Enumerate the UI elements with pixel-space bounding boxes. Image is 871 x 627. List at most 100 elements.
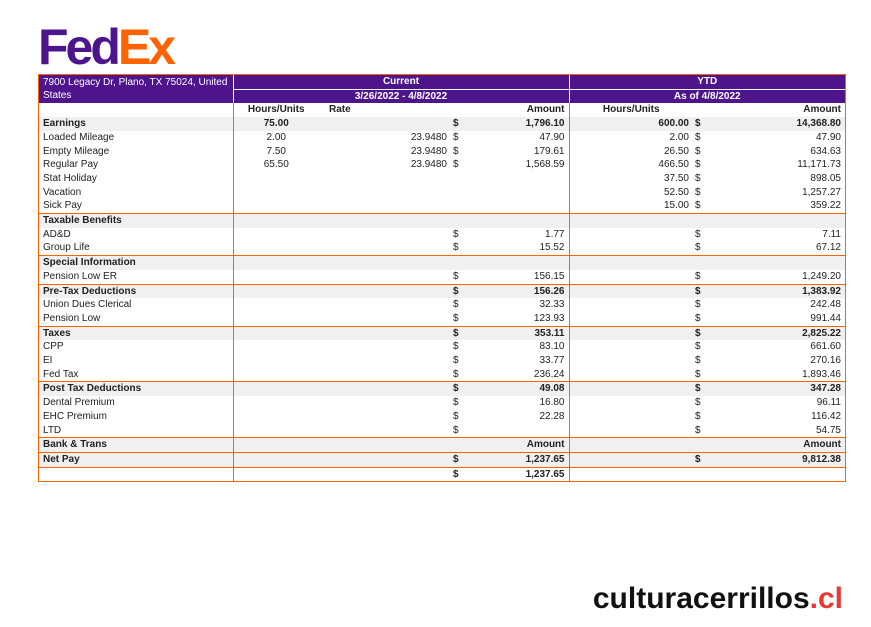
row-label: AD&D xyxy=(43,228,71,240)
ytd-amount-value: 898.05 xyxy=(810,172,841,184)
taxable-row: AD&D $1.77 $7.11 xyxy=(39,227,845,242)
amount-value: 123.93 xyxy=(533,312,565,324)
row-label: Vacation xyxy=(43,186,82,198)
ytd-currency-symbol: $ xyxy=(693,325,723,341)
row-label: Stat Holiday xyxy=(43,172,97,184)
watermark-tld: .cl xyxy=(809,582,843,615)
currency-symbol: $ xyxy=(453,270,459,282)
logo-fed: Fed xyxy=(38,19,121,75)
ytd-hours-value: 37.50 xyxy=(568,171,693,186)
ytd-amount-value: 54.75 xyxy=(815,424,841,436)
ytd-amount-value: 661.60 xyxy=(810,341,841,353)
earnings-row: Stat Holiday 37.50 $898.05 xyxy=(39,171,845,186)
row-label: Net Pay xyxy=(39,451,233,468)
row-label: EHC Premium xyxy=(43,410,107,422)
pay-stub-table: 7900 Legacy Dr, Plano, TX 75024, United … xyxy=(38,74,846,483)
ytd-amount-value: 11,171.73 xyxy=(797,159,841,171)
ytd-currency-symbol: $ xyxy=(695,355,701,367)
section-pretax: Pre-Tax Deductions $156.26 $1,383.92 xyxy=(39,283,845,299)
row-label: Regular Pay xyxy=(43,159,99,171)
row-label: Union Dues Clerical xyxy=(43,299,132,311)
row-label: Empty Mileage xyxy=(43,145,110,157)
ytd-amount-value: 96.11 xyxy=(816,397,841,409)
section-bank-trans: Bank & Trans Amount Amount xyxy=(39,437,845,453)
amount-value: 236.24 xyxy=(533,368,565,380)
amount-value: 156.26 xyxy=(481,283,569,299)
ytd-currency-symbol: $ xyxy=(693,283,723,299)
rate-value: 23.9480 xyxy=(410,145,447,157)
column-header-row: Hours/Units Rate Amount Hours/Units Amou… xyxy=(39,103,845,118)
row-label: Earnings xyxy=(39,117,233,131)
amount-value: 22.28 xyxy=(539,410,565,422)
ytd-currency-symbol: $ xyxy=(695,145,701,157)
ytd-amount-value: 1,249.20 xyxy=(802,270,841,282)
ytd-hours-value: 52.50 xyxy=(568,185,693,200)
earnings-row: Regular Pay 65.50 23.9480 $1,568.59 466.50 $1… xyxy=(39,158,845,172)
currency-symbol: $ xyxy=(453,145,459,157)
ytd-hours-value: 26.50 xyxy=(568,144,693,159)
ytd-currency-symbol: $ xyxy=(693,117,723,131)
currency-symbol: $ xyxy=(451,381,481,397)
row-label: Loaded Mileage xyxy=(43,131,115,143)
ytd-amount-value: 991.44 xyxy=(810,312,841,324)
ytd-currency-symbol: $ xyxy=(695,368,701,380)
hours-value: 7.50 xyxy=(232,144,319,159)
ytd-amount-value: 14,368.80 xyxy=(723,117,845,131)
ytd-currency-symbol: $ xyxy=(695,186,701,198)
col-rate: Rate xyxy=(329,104,351,116)
amount-value: 1,796.10 xyxy=(481,117,569,131)
row-label: EI xyxy=(43,355,53,367)
amount-value: 1,568.59 xyxy=(525,159,565,171)
currency-symbol: $ xyxy=(453,299,459,311)
amount-value: 15.52 xyxy=(539,242,565,254)
ytd-amount-value: 634.63 xyxy=(810,145,841,157)
ytd-currency-symbol: $ xyxy=(695,397,701,409)
amount-value: 32.33 xyxy=(539,299,565,311)
amount-value: 16.80 xyxy=(539,397,565,409)
ytd-currency-symbol: $ xyxy=(695,341,701,353)
col-ytd-amount: Amount xyxy=(803,104,841,116)
currency-symbol: $ xyxy=(453,355,459,367)
row-label: Special Information xyxy=(39,255,233,270)
ytd-currency-symbol: $ xyxy=(695,228,701,240)
ytd-amount-value: 359.22 xyxy=(810,200,841,212)
ytd-amount-value: 1,383.92 xyxy=(723,283,845,299)
net-pay-row: Net Pay $1,237.65 $9,812.38 xyxy=(39,451,845,468)
currency-symbol: $ xyxy=(453,341,459,353)
section-special-information: Special Information xyxy=(39,255,845,270)
ytd-currency-symbol: $ xyxy=(695,131,701,143)
row-label: Pension Low xyxy=(43,312,101,324)
currency-symbol: $ xyxy=(453,159,459,171)
ytd-amount-value: 242.48 xyxy=(810,299,841,311)
ytd-amount-value: 7.11 xyxy=(822,228,841,240)
ytd-currency-symbol: $ xyxy=(693,451,723,468)
earnings-row: Sick Pay 15.00 $359.22 xyxy=(39,199,845,214)
ytd-currency-symbol: $ xyxy=(695,299,701,311)
row-label: Group Life xyxy=(43,242,90,254)
taxes-row: EI $33.77 $270.16 xyxy=(39,354,845,368)
current-period: 3/26/2022 - 4/8/2022 xyxy=(232,88,569,104)
currency-symbol: $ xyxy=(453,228,459,240)
col-ytd-hours: Hours/Units xyxy=(568,103,693,118)
currency-symbol: $ xyxy=(453,312,459,324)
row-label: Pre-Tax Deductions xyxy=(39,283,233,299)
ytd-period: As of 4/8/2022 xyxy=(568,88,845,104)
row-label: Bank & Trans xyxy=(39,437,233,453)
ytd-currency-symbol: $ xyxy=(695,172,701,184)
row-label: Post Tax Deductions xyxy=(39,381,233,397)
amount-value: 1.77 xyxy=(545,228,565,240)
ytd-amount-value: 2,825.22 xyxy=(723,325,845,341)
currency-symbol: $ xyxy=(453,131,459,143)
rate-value: 23.9480 xyxy=(410,131,447,143)
amount-value: 47.90 xyxy=(539,131,565,143)
logo-ex: Ex xyxy=(117,19,176,75)
currency-symbol: $ xyxy=(453,397,459,409)
hours-value: 2.00 xyxy=(232,130,319,145)
section-posttax: Post Tax Deductions $49.08 $347.28 xyxy=(39,381,845,397)
ytd-currency-symbol: $ xyxy=(695,410,701,422)
ytd-hours-value: 15.00 xyxy=(568,199,693,214)
posttax-row: LTD $ $54.75 xyxy=(39,423,845,438)
posttax-row: EHC Premium $22.28 $116.42 xyxy=(39,409,845,424)
currency-symbol: $ xyxy=(451,325,481,341)
ytd-currency-symbol: $ xyxy=(695,270,701,282)
